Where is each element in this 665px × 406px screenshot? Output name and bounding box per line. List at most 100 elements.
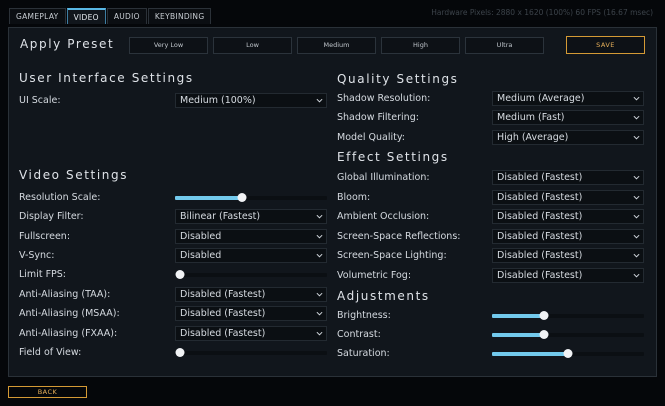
global-illumination-value: Disabled (Fastest) [497,172,583,183]
model-quality-label: Model Quality: [337,132,405,143]
saturation-label: Saturation: [337,348,390,359]
slider-handle[interactable] [175,270,184,279]
preset-low-button[interactable]: Low [213,37,292,54]
back-button[interactable]: BACK [8,386,87,398]
slider-fill [492,333,544,337]
global-illumination-dropdown[interactable]: Disabled (Fastest) [492,170,644,185]
slider-handle[interactable] [563,349,573,358]
chevron-down-icon [633,115,640,120]
field-of-view-label: Field of View: [19,347,82,358]
resolution-scale-label: Resolution Scale: [19,192,101,203]
preset-row: Apply Preset Very Low Low Medium High Ul… [19,35,646,55]
volumetric-fog-label: Volumetric Fog: [337,270,412,281]
chevron-down-icon [633,195,640,200]
chevron-down-icon [633,175,640,180]
display-filter-value: Bilinear (Fastest) [180,211,261,222]
chevron-down-icon [633,253,640,258]
saturation-slider[interactable] [492,349,644,359]
fullscreen-label: Fullscreen: [19,231,71,242]
volumetric-fog-dropdown[interactable]: Disabled (Fastest) [492,268,644,283]
ambient-occlusion-dropdown[interactable]: Disabled (Fastest) [492,209,644,224]
preset-high-button[interactable]: High [381,37,460,54]
global-illumination-label: Global Illumination: [337,172,430,183]
vsync-dropdown[interactable]: Disabled [175,248,327,263]
contrast-slider[interactable] [492,330,644,340]
ui-settings-title: User Interface Settings [19,71,194,85]
quality-settings-title: Quality Settings [337,72,459,86]
ui-scale-dropdown[interactable]: Medium (100%) [175,93,327,108]
brightness-slider[interactable] [492,311,644,321]
bloom-value: Disabled (Fastest) [497,192,583,203]
limit-fps-slider[interactable] [175,270,327,280]
chevron-down-icon [633,273,640,278]
slider-fill [492,314,544,318]
ssr-dropdown[interactable]: Disabled (Fastest) [492,229,644,244]
shadow-filtering-label: Shadow Filtering: [337,112,419,123]
aa-fxaa-dropdown[interactable]: Disabled (Fastest) [175,326,327,341]
vsync-value: Disabled [180,250,222,261]
aa-taa-value: Disabled (Fastest) [180,289,266,300]
chevron-down-icon [633,214,640,219]
preset-medium-button[interactable]: Medium [297,37,376,54]
vsync-label: V-Sync: [19,250,55,261]
slider-handle[interactable] [237,193,247,202]
shadow-resolution-value: Medium (Average) [497,93,585,104]
aa-msaa-value: Disabled (Fastest) [180,308,266,319]
chevron-down-icon [316,331,323,336]
chevron-down-icon [633,234,640,239]
brightness-label: Brightness: [337,310,391,321]
display-filter-dropdown[interactable]: Bilinear (Fastest) [175,209,327,224]
limit-fps-label: Limit FPS: [19,269,66,280]
video-settings-title: Video Settings [19,168,129,182]
slider-track [175,351,327,355]
chevron-down-icon [316,253,323,258]
field-of-view-slider[interactable] [175,348,327,358]
slider-handle[interactable] [175,348,184,357]
display-filter-label: Display Filter: [19,211,84,222]
save-button[interactable]: SAVE [566,36,645,54]
slider-track [175,273,327,277]
tab-keybinding[interactable]: KEYBINDING [147,8,212,24]
ambient-occlusion-value: Disabled (Fastest) [497,211,583,222]
model-quality-value: High (Average) [497,132,569,143]
tab-video[interactable]: VIDEO [66,8,106,24]
ssl-dropdown[interactable]: Disabled (Fastest) [492,248,644,263]
preset-ultra-button[interactable]: Ultra [465,37,544,54]
bloom-dropdown[interactable]: Disabled (Fastest) [492,190,644,205]
slider-handle[interactable] [539,311,549,320]
ui-scale-value: Medium (100%) [180,95,256,106]
resolution-scale-slider[interactable] [175,193,327,203]
tab-gameplay[interactable]: GAMEPLAY [9,8,66,24]
shadow-filtering-value: Medium (Fast) [497,112,565,123]
ambient-occlusion-label: Ambient Occlusion: [337,211,430,222]
shadow-resolution-dropdown[interactable]: Medium (Average) [492,91,644,106]
chevron-down-icon [316,292,323,297]
shadow-filtering-dropdown[interactable]: Medium (Fast) [492,110,644,125]
aa-msaa-dropdown[interactable]: Disabled (Fastest) [175,306,327,321]
ssr-label: Screen-Space Reflections: [337,231,461,242]
chevron-down-icon [316,234,323,239]
adjustments-title: Adjustments [337,289,430,303]
aa-taa-dropdown[interactable]: Disabled (Fastest) [175,287,327,302]
chevron-down-icon [316,98,323,103]
tab-audio[interactable]: AUDIO [106,8,147,24]
aa-taa-label: Anti-Aliasing (TAA): [19,289,111,300]
fullscreen-value: Disabled [180,231,222,242]
hardware-info: Hardware Pixels: 2880 x 1620 (100%) 60 F… [431,8,653,17]
volumetric-fog-value: Disabled (Fastest) [497,270,583,281]
bloom-label: Bloom: [337,192,371,203]
settings-panel: Apply Preset Very Low Low Medium High Ul… [8,27,657,377]
model-quality-dropdown[interactable]: High (Average) [492,130,644,145]
chevron-down-icon [316,214,323,219]
effect-settings-title: Effect Settings [337,150,449,164]
aa-fxaa-value: Disabled (Fastest) [180,328,266,339]
shadow-resolution-label: Shadow Resolution: [337,93,431,104]
preset-very-low-button[interactable]: Very Low [129,37,208,54]
chevron-down-icon [633,135,640,140]
ssl-label: Screen-Space Lighting: [337,250,447,261]
slider-handle[interactable] [539,330,549,339]
ssl-value: Disabled (Fastest) [497,250,583,261]
ssr-value: Disabled (Fastest) [497,231,583,242]
ui-scale-label: UI Scale: [19,95,61,106]
fullscreen-dropdown[interactable]: Disabled [175,229,327,244]
